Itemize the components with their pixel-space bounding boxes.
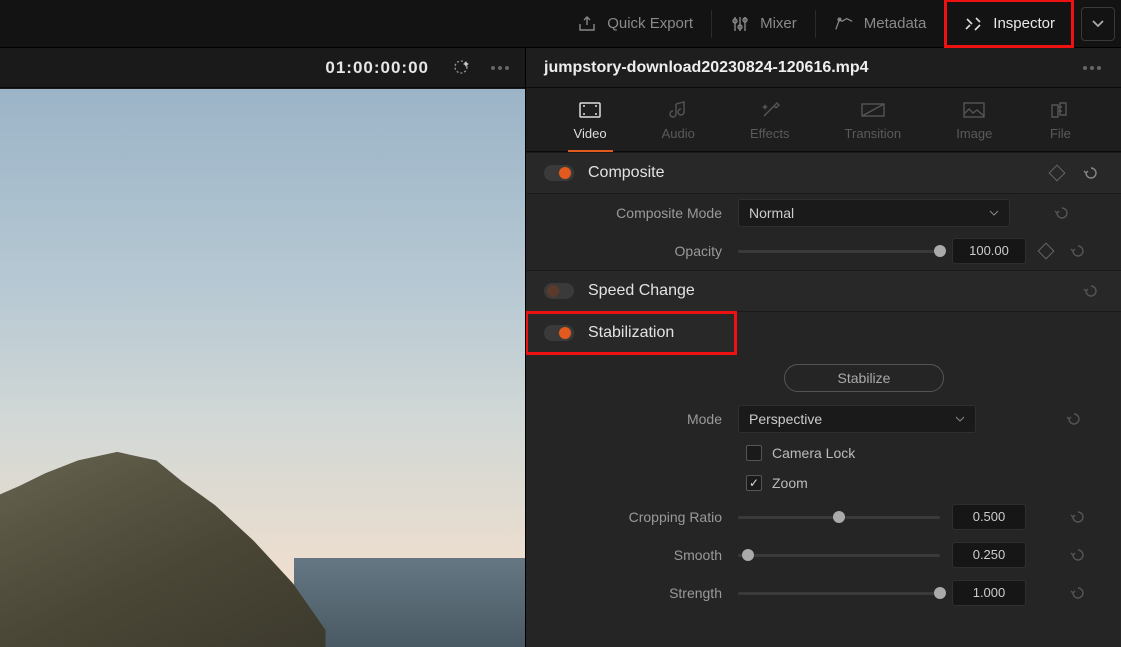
metadata-icon bbox=[834, 15, 854, 33]
strength-slider[interactable] bbox=[738, 592, 940, 595]
tab-video[interactable]: Video bbox=[564, 94, 617, 151]
tab-label: Video bbox=[574, 126, 607, 141]
stab-mode-select[interactable]: Perspective bbox=[738, 405, 976, 433]
image-icon bbox=[961, 100, 987, 120]
section-composite-header[interactable]: Composite bbox=[526, 152, 1121, 194]
transition-icon bbox=[860, 100, 886, 120]
camera-lock-label: Camera Lock bbox=[772, 445, 855, 461]
tab-image[interactable]: Image bbox=[946, 94, 1002, 151]
tab-label: Audio bbox=[662, 126, 695, 141]
effects-icon bbox=[757, 100, 783, 120]
composite-mode-label: Composite Mode bbox=[526, 205, 726, 221]
metadata-button[interactable]: Metadata bbox=[816, 0, 945, 47]
ellipsis-icon bbox=[491, 66, 509, 70]
select-value: Normal bbox=[749, 205, 794, 221]
section-title: Speed Change bbox=[588, 282, 1035, 300]
zoom-label: Zoom bbox=[772, 475, 808, 491]
export-icon bbox=[577, 15, 597, 33]
chevron-down-icon bbox=[955, 414, 965, 424]
tab-label: Effects bbox=[750, 126, 790, 141]
opacity-slider[interactable] bbox=[738, 250, 940, 253]
inspector-icon bbox=[963, 15, 983, 33]
opacity-label: Opacity bbox=[526, 243, 726, 259]
mixer-button[interactable]: Mixer bbox=[712, 0, 815, 47]
smooth-label: Smooth bbox=[526, 547, 726, 563]
stabilization-toggle[interactable] bbox=[544, 325, 574, 341]
preview-sea bbox=[294, 558, 525, 647]
opacity-value[interactable]: 100.00 bbox=[952, 238, 1026, 264]
stabilize-button[interactable]: Stabilize bbox=[784, 364, 944, 392]
strength-value[interactable]: 1.000 bbox=[952, 580, 1026, 606]
magic-mask-button[interactable] bbox=[451, 57, 473, 79]
file-icon bbox=[1047, 100, 1073, 120]
ellipsis-icon bbox=[1083, 66, 1101, 70]
tab-transition[interactable]: Transition bbox=[835, 94, 912, 151]
section-stabilization-header[interactable]: Stabilization bbox=[526, 312, 736, 354]
inspector-options-button[interactable] bbox=[1081, 57, 1103, 79]
chevron-down-icon bbox=[989, 208, 999, 218]
cropping-label: Cropping Ratio bbox=[526, 509, 726, 525]
keyframe-button[interactable] bbox=[1049, 165, 1066, 182]
stab-mode-label: Mode bbox=[526, 411, 726, 427]
section-title: Stabilization bbox=[588, 324, 718, 342]
tab-label: Transition bbox=[845, 126, 902, 141]
viewer-options-button[interactable] bbox=[489, 57, 511, 79]
speed-toggle[interactable] bbox=[544, 283, 574, 299]
tab-audio[interactable]: Audio bbox=[652, 94, 705, 151]
metadata-label: Metadata bbox=[864, 15, 927, 32]
viewer-timecode[interactable]: 01:00:00:00 bbox=[325, 58, 429, 78]
reset-button[interactable] bbox=[1082, 282, 1100, 300]
select-value: Perspective bbox=[749, 411, 822, 427]
reset-button[interactable] bbox=[1069, 546, 1087, 564]
reset-button[interactable] bbox=[1053, 204, 1071, 222]
inspector-button[interactable]: Inspector bbox=[945, 0, 1073, 47]
reset-button[interactable] bbox=[1082, 164, 1100, 182]
section-speed-header[interactable]: Speed Change bbox=[526, 270, 1121, 312]
smooth-slider[interactable] bbox=[738, 554, 940, 557]
reset-button[interactable] bbox=[1069, 242, 1087, 260]
mixer-icon bbox=[730, 15, 750, 33]
sparkle-wand-icon bbox=[452, 58, 472, 78]
zoom-checkbox[interactable] bbox=[746, 475, 762, 491]
smooth-value[interactable]: 0.250 bbox=[952, 542, 1026, 568]
quick-export-label: Quick Export bbox=[607, 15, 693, 32]
strength-label: Strength bbox=[526, 585, 726, 601]
expand-panel-button[interactable] bbox=[1081, 7, 1115, 41]
composite-mode-select[interactable]: Normal bbox=[738, 199, 1010, 227]
reset-button[interactable] bbox=[1065, 410, 1083, 428]
composite-toggle[interactable] bbox=[544, 165, 574, 181]
tab-label: File bbox=[1050, 126, 1071, 141]
audio-icon bbox=[665, 100, 691, 120]
cropping-slider[interactable] bbox=[738, 516, 940, 519]
keyframe-button[interactable] bbox=[1038, 243, 1055, 260]
quick-export-button[interactable]: Quick Export bbox=[559, 0, 711, 47]
inspector-label: Inspector bbox=[993, 15, 1055, 32]
section-title: Composite bbox=[588, 164, 1035, 182]
clip-filename: jumpstory-download20230824-120616.mp4 bbox=[544, 59, 869, 77]
camera-lock-checkbox[interactable] bbox=[746, 445, 762, 461]
reset-button[interactable] bbox=[1069, 508, 1087, 526]
viewer-preview[interactable] bbox=[0, 89, 525, 647]
tab-file[interactable]: File bbox=[1037, 94, 1083, 151]
video-icon bbox=[577, 100, 603, 120]
tab-effects[interactable]: Effects bbox=[740, 94, 800, 151]
mixer-label: Mixer bbox=[760, 15, 797, 32]
reset-button[interactable] bbox=[1069, 584, 1087, 602]
cropping-value[interactable]: 0.500 bbox=[952, 504, 1026, 530]
tab-label: Image bbox=[956, 126, 992, 141]
chevron-down-icon bbox=[1091, 19, 1105, 29]
